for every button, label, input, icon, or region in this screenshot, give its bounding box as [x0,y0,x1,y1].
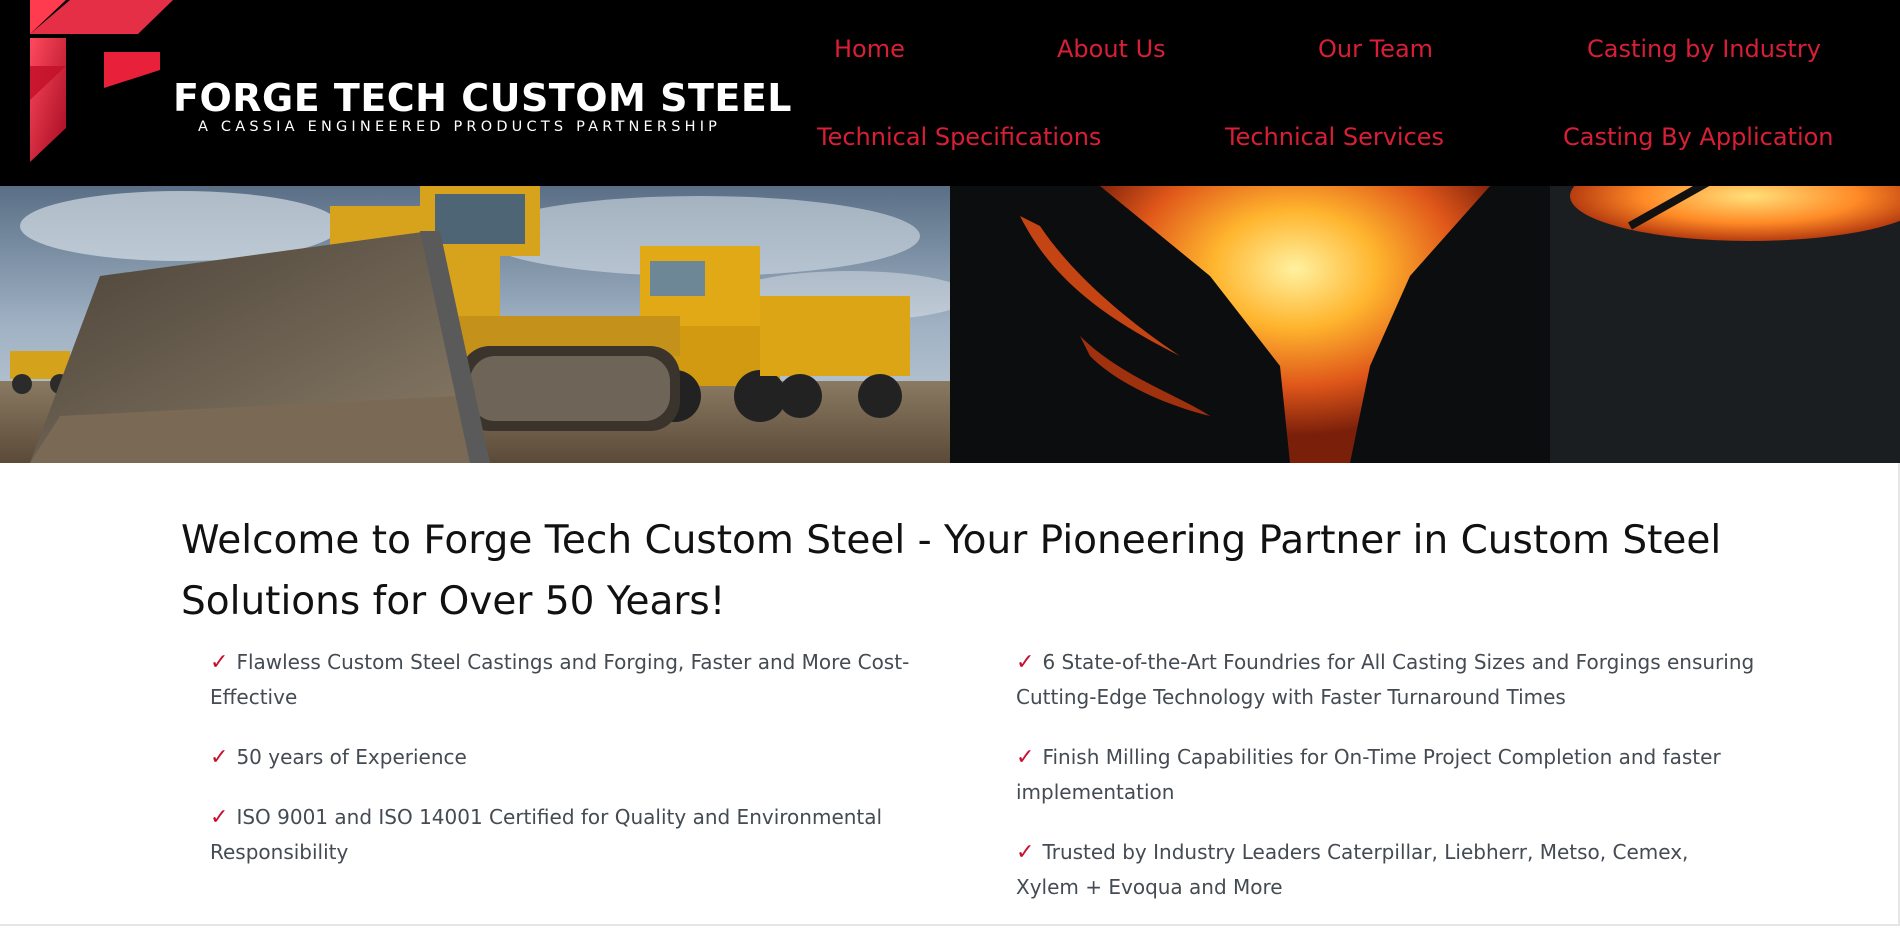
check-icon: ✓ [1016,745,1035,770]
nav-our-team[interactable]: Our Team [1318,35,1433,63]
site-header: FORGE TECH CUSTOM STEEL A CASSIA ENGINEE… [0,0,1900,186]
list-item: ✓ ISO 9001 and ISO 14001 Certified for Qu… [210,805,883,864]
brand-name[interactable]: FORGE TECH CUSTOM STEEL [173,76,792,120]
check-icon: ✓ [210,745,229,770]
features-left-list: ✓ Flawless Custom Steel Castings and Forg… [210,645,930,895]
nav-technical-specifications[interactable]: Technical Specifications [817,123,1101,151]
brand-tagline: A CASSIA ENGINEERED PRODUCTS PARTNERSHIP [198,119,722,135]
construction-equipment-image [0,186,950,463]
list-item: ✓ 6 State-of-the-Art Foundries for All Ca… [1016,650,1755,709]
list-item: ✓ Trusted by Industry Leaders Caterpillar… [1016,840,1689,899]
features-right-list: ✓ 6 State-of-the-Art Foundries for All Ca… [1016,645,1756,930]
nav-casting-by-application[interactable]: Casting By Application [1563,123,1834,151]
nav-home[interactable]: Home [834,35,905,63]
check-icon: ✓ [1016,650,1035,675]
check-icon: ✓ [210,650,229,675]
list-item: ✓ Finish Milling Capabilities for On-Time… [1016,745,1721,804]
list-item: ✓ Flawless Custom Steel Castings and Forg… [210,650,910,709]
list-item: ✓ 50 years of Experience [210,745,467,770]
check-icon: ✓ [210,805,229,830]
page-title: Welcome to Forge Tech Custom Steel - You… [181,518,1722,624]
nav-technical-services[interactable]: Technical Services [1225,123,1444,151]
hero-banner [0,186,1900,463]
nav-casting-by-industry[interactable]: Casting by Industry [1587,35,1821,63]
check-icon: ✓ [1016,840,1035,865]
forge-tech-logo-icon[interactable] [30,0,180,165]
molten-steel-pour-image [950,186,1900,463]
nav-about-us[interactable]: About Us [1057,35,1166,63]
